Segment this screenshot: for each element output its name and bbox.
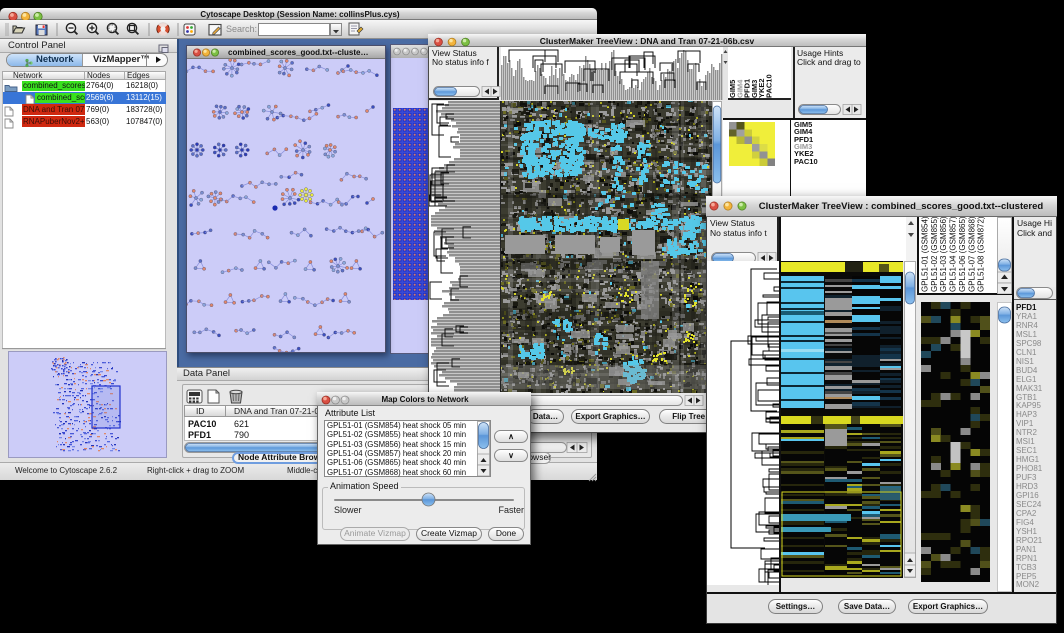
- svg-text:GPL51-06 (GSM865): GPL51-06 (GSM865): [958, 217, 967, 292]
- svg-text:GPL51-04 (GSM857): GPL51-04 (GSM857): [949, 217, 958, 292]
- svg-text:GPL51-03 (GSM856): GPL51-03 (GSM856): [939, 217, 948, 292]
- svg-text:GPL51-02 (GSM855): GPL51-02 (GSM855): [930, 217, 939, 292]
- svg-text:GPL51-01 (GSM854): GPL51-01 (GSM854): [921, 217, 930, 292]
- svg-text:GPL51-08 (GSM872): GPL51-08 (GSM872): [977, 217, 986, 292]
- svg-text:GPL51-07 (GSM868): GPL51-07 (GSM868): [967, 217, 976, 292]
- svg-text:PAC10: PAC10: [765, 74, 774, 98]
